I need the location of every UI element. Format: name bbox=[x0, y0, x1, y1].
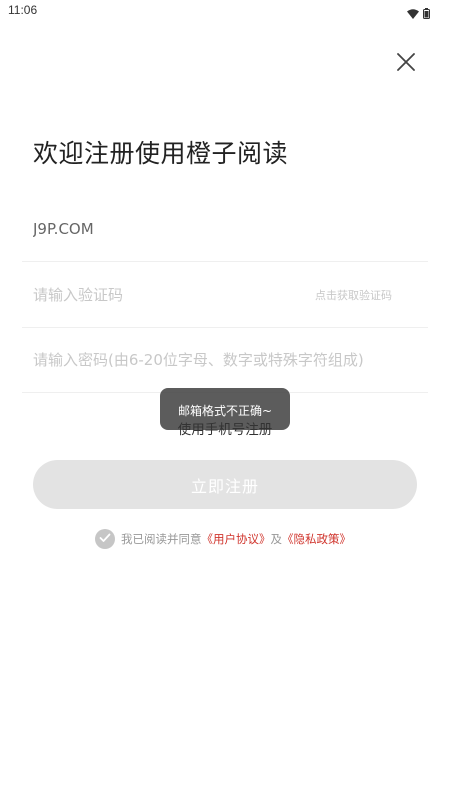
password-input[interactable] bbox=[33, 327, 428, 392]
agreement-checkbox[interactable] bbox=[95, 529, 115, 549]
get-code-button[interactable]: 点击获取验证码 bbox=[315, 287, 392, 303]
status-time: 11:06 bbox=[8, 3, 38, 17]
switch-to-phone-register-link[interactable]: 使用手机号注册 bbox=[150, 418, 300, 438]
wifi-icon bbox=[407, 4, 419, 23]
agreement-row: 我已阅读并同意 《用户协议》 及 《隐私政策》 bbox=[95, 529, 351, 549]
status-icons bbox=[407, 4, 430, 23]
register-button[interactable]: 立即注册 bbox=[33, 460, 417, 509]
battery-icon bbox=[423, 4, 430, 23]
email-input[interactable] bbox=[33, 196, 313, 261]
close-button[interactable] bbox=[392, 50, 420, 78]
user-agreement-link[interactable]: 《用户协议》 bbox=[202, 531, 271, 547]
privacy-policy-link[interactable]: 《隐私政策》 bbox=[282, 531, 351, 547]
email-field bbox=[22, 196, 428, 262]
verification-code-field: 点击获取验证码 bbox=[22, 262, 428, 328]
agreement-prefix: 我已阅读并同意 bbox=[121, 532, 202, 546]
close-icon bbox=[397, 53, 415, 75]
checkmark-icon bbox=[99, 532, 111, 546]
agreement-conjunction: 及 bbox=[270, 532, 283, 546]
toast-message: 邮箱格式不正确~ bbox=[177, 404, 273, 418]
status-bar: 11:06 bbox=[0, 0, 450, 22]
password-field bbox=[22, 327, 428, 393]
verification-code-input[interactable] bbox=[33, 262, 313, 327]
page-title: 欢迎注册使用橙子阅读 bbox=[33, 139, 289, 168]
